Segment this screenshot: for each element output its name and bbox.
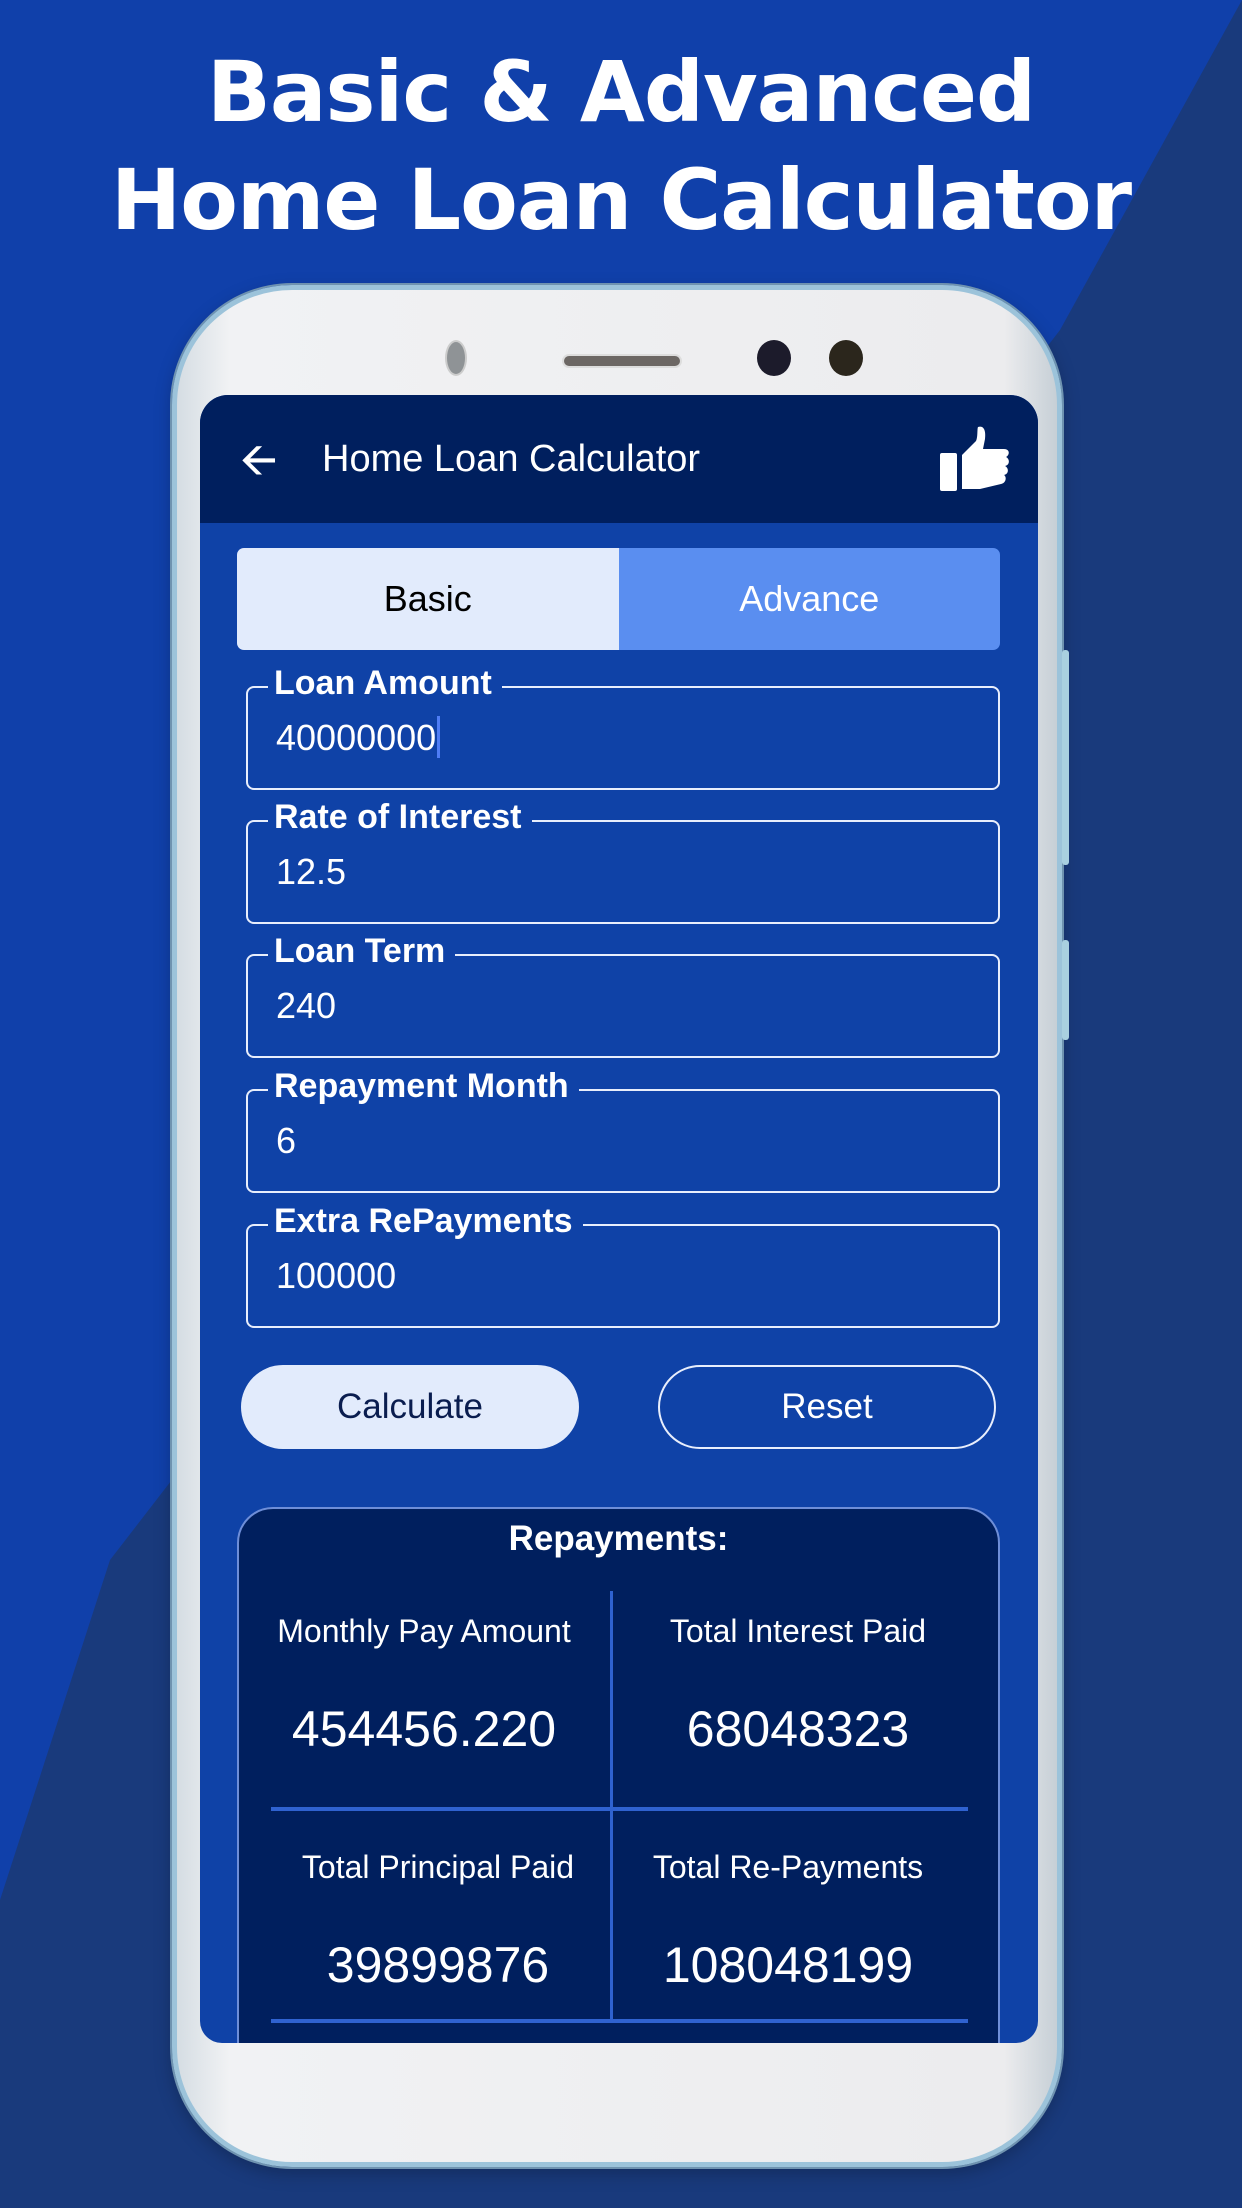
- arrow-left-icon[interactable]: 🡨: [240, 436, 322, 482]
- tab-basic[interactable]: Basic: [237, 548, 619, 650]
- loan-amount-value: 40000000: [276, 717, 437, 758]
- grid-divider-horizontal: [271, 1807, 968, 1811]
- field-label: Rate of Interest: [268, 797, 532, 837]
- repayments-card: Repayments: Monthly Pay Amount 454456.22…: [237, 1507, 1000, 2043]
- field-label: Extra RePayments: [268, 1201, 583, 1241]
- repayments-title: Repayments:: [508, 1519, 729, 1558]
- result-value: 454456.220: [291, 1701, 557, 1757]
- field-value[interactable]: 12.5: [276, 850, 346, 894]
- result-label: Monthly Pay Amount: [277, 1613, 571, 1649]
- field-value[interactable]: 40000000: [276, 716, 441, 760]
- field-value[interactable]: 240: [276, 984, 336, 1028]
- rate-of-interest-field[interactable]: Rate of Interest 12.5: [246, 797, 1000, 924]
- front-camera: [757, 340, 791, 376]
- field-label: Loan Amount: [268, 663, 502, 703]
- volume-button: [1062, 650, 1069, 865]
- result-total-interest: Total Interest Paid 68048323: [613, 1613, 983, 1758]
- proximity-sensor: [445, 340, 467, 376]
- result-total-repayments: Total Re-Payments 108048199: [603, 1849, 973, 1994]
- headline-line-2: Home Loan Calculator: [110, 151, 1132, 249]
- result-total-principal: Total Principal Paid 39899876: [253, 1849, 623, 1994]
- result-value: 68048323: [686, 1701, 910, 1757]
- field-value[interactable]: 6: [276, 1119, 296, 1163]
- loan-amount-field[interactable]: Loan Amount 40000000: [246, 663, 1000, 790]
- headline-line-1: Basic & Advanced: [206, 43, 1036, 141]
- promo-headline: Basic & Advanced Home Loan Calculator: [0, 38, 1242, 254]
- text-caret: [437, 716, 441, 758]
- result-label: Total Interest Paid: [669, 1613, 927, 1649]
- calculate-button[interactable]: Calculate: [241, 1365, 579, 1449]
- grid-divider-bottom: [271, 2019, 968, 2023]
- result-value: 39899876: [326, 1937, 550, 1993]
- loan-term-field[interactable]: Loan Term 240: [246, 931, 1000, 1058]
- tab-advance[interactable]: Advance: [618, 548, 1000, 650]
- field-value[interactable]: 100000: [276, 1254, 396, 1298]
- result-label: Total Re-Payments: [652, 1849, 924, 1885]
- reset-button[interactable]: Reset: [658, 1365, 996, 1449]
- app-title: Home Loan Calculator: [322, 437, 701, 480]
- thumbs-up-icon[interactable]: [940, 425, 1010, 491]
- result-value: 108048199: [662, 1937, 914, 1993]
- field-label: Repayment Month: [268, 1066, 579, 1106]
- power-button: [1062, 940, 1069, 1040]
- earpiece-speaker: [562, 354, 682, 368]
- result-monthly-pay: Monthly Pay Amount 454456.220: [239, 1613, 609, 1758]
- app-bar: 🡨 Home Loan Calculator: [200, 395, 1038, 523]
- front-camera-2: [829, 340, 863, 376]
- field-label: Loan Term: [268, 931, 456, 971]
- repayment-month-field[interactable]: Repayment Month 6: [246, 1066, 1000, 1193]
- extra-repayments-field[interactable]: Extra RePayments 100000: [246, 1201, 1000, 1328]
- app-screen: 🡨 Home Loan Calculator Basic Advance Loa…: [200, 395, 1038, 2043]
- result-label: Total Principal Paid: [301, 1849, 575, 1885]
- mode-tabs: Basic Advance: [237, 548, 1000, 650]
